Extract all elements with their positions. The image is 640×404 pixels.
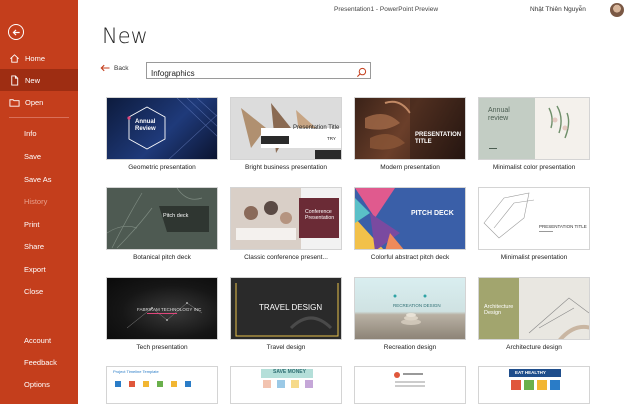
- template-thumbnail-text: Architecture Design: [484, 304, 514, 317]
- template-thumbnail-subtext: TRY: [327, 136, 336, 141]
- template-thumbnail: Presentation Title TRY: [230, 97, 342, 160]
- template-thumbnail-text: PITCH DECK: [411, 210, 454, 217]
- template-thumbnail-text: PRESENTATION TITLE: [539, 224, 587, 229]
- search-input[interactable]: [147, 66, 347, 81]
- template-caption: Colorful abstract pitch deck: [370, 254, 450, 261]
- sidebar-item-share[interactable]: Share: [0, 235, 78, 257]
- template-thumbnail: Pitch deck: [106, 187, 218, 250]
- template-thumbnail-text: Annual review: [488, 107, 510, 123]
- folder-icon: [9, 97, 20, 108]
- template-thumbnail: Conference Presentation: [230, 187, 342, 250]
- sidebar-item-label: Save: [24, 151, 42, 161]
- template-thumbnail: Annual review: [478, 97, 590, 160]
- template-thumbnail-text: TRAVEL DESIGN: [259, 303, 323, 312]
- template-thumbnail: Annual Review: [106, 97, 218, 160]
- template-caption: Geometric presentation: [128, 164, 196, 171]
- sidebar-item-label: History: [24, 196, 48, 206]
- page-title: New: [102, 24, 148, 48]
- template-caption: Architecture design: [506, 344, 562, 351]
- template-thumbnail: FABRIKAM TECHNOLOGY INC: [106, 277, 218, 340]
- sidebar-item-history: History: [0, 190, 78, 212]
- template-thumbnail: PRESENTATION TITLE: [354, 97, 466, 160]
- template-thumbnail-text: Annual Review: [135, 119, 156, 132]
- sidebar-item-close[interactable]: Close: [0, 280, 78, 302]
- template-caption: Tech presentation: [136, 344, 188, 351]
- sidebar-item-label: Close: [24, 286, 44, 296]
- template-thumbnail: TRAVEL DESIGN: [230, 277, 342, 340]
- sidebar-item-info[interactable]: Info: [0, 122, 78, 144]
- back-label: Back: [114, 64, 129, 72]
- template-thumbnail: RECREATION DESIGN: [354, 277, 466, 340]
- sidebar-item-label: Options: [24, 379, 50, 389]
- sidebar-item-label: Home: [25, 53, 46, 63]
- template-thumbnail: PITCH DECK: [354, 187, 466, 250]
- sidebar-item-label: Open: [25, 97, 44, 107]
- sidebar-item-account[interactable]: Account: [0, 329, 78, 351]
- template-thumbnail-text: Presentation Title: [293, 125, 340, 131]
- sidebar-item-save[interactable]: Save: [0, 145, 78, 167]
- avatar[interactable]: [610, 3, 624, 17]
- template-caption: Classic conference present...: [244, 254, 328, 261]
- template-thumbnail: EAT HEALTHY: [478, 366, 590, 404]
- sidebar-item-label: Save As: [24, 174, 52, 184]
- left-arrow-icon: [100, 64, 110, 72]
- document-title: Presentation1 - PowerPoint Preview: [334, 6, 439, 13]
- template-thumbnail-text: EAT HEALTHY: [515, 370, 546, 375]
- template-thumbnail-text: PRESENTATION TITLE: [415, 132, 462, 145]
- back-link[interactable]: Back: [100, 64, 128, 72]
- sidebar-item-label: New: [25, 75, 41, 85]
- sidebar-item-new[interactable]: New: [0, 69, 78, 91]
- template-thumbnail: Architecture Design: [478, 277, 590, 340]
- template-caption: Minimalist presentation: [500, 254, 568, 261]
- template-caption: Bright business presentation: [244, 164, 328, 171]
- template-thumbnail: [354, 366, 466, 404]
- template-thumbnail: PRESENTATION TITLE: [478, 187, 590, 250]
- search-box: [146, 62, 371, 81]
- template-thumbnail-text: Conference Presentation: [305, 209, 335, 221]
- template-thumbnail: Project Timeline Template: [106, 366, 218, 404]
- sidebar-item-label: Print: [24, 219, 40, 229]
- title-bar: Presentation1 - PowerPoint Preview Nhật …: [78, 0, 640, 20]
- template-thumbnail-text: Project Timeline Template: [113, 369, 159, 374]
- template-caption: Botanical pitch deck: [133, 254, 191, 261]
- sidebar-item-label: Feedback: [24, 357, 57, 367]
- template-thumbnail: SAVE MONEY: [230, 366, 342, 404]
- sidebar-divider: [9, 117, 69, 118]
- template-thumbnail-text: RECREATION DESIGN: [393, 303, 441, 308]
- back-arrow-icon[interactable]: [8, 24, 24, 40]
- sidebar-item-label: Account: [24, 335, 52, 345]
- sidebar-item-label: Export: [24, 264, 46, 274]
- sidebar-item-feedback[interactable]: Feedback: [0, 351, 78, 373]
- template-thumbnail-text: FABRIKAM TECHNOLOGY INC: [137, 307, 202, 312]
- template-caption: Travel design: [266, 344, 306, 351]
- home-icon: [9, 53, 20, 64]
- template-caption: Recreation design: [383, 344, 437, 351]
- template-thumbnail-text: Pitch deck: [163, 213, 189, 219]
- search-icon[interactable]: [356, 65, 367, 78]
- sidebar-item-label: Info: [24, 128, 37, 138]
- backstage-sidebar: Home New Open Info Save Save As History …: [0, 0, 78, 404]
- sidebar-item-export[interactable]: Export: [0, 258, 78, 280]
- sidebar-item-open[interactable]: Open: [0, 91, 78, 113]
- template-thumbnail-text: SAVE MONEY: [273, 369, 306, 375]
- template-caption: Minimalist color presentation: [492, 164, 576, 171]
- sidebar-item-home[interactable]: Home: [0, 47, 78, 69]
- sidebar-item-options[interactable]: Options: [0, 373, 78, 395]
- sidebar-item-print[interactable]: Print: [0, 213, 78, 235]
- new-document-icon: [9, 74, 20, 86]
- sidebar-item-label: Share: [24, 241, 45, 251]
- sidebar-item-save-as[interactable]: Save As: [0, 168, 78, 190]
- template-caption: Modern presentation: [380, 164, 440, 171]
- user-name[interactable]: Nhật Thiên Nguyễn: [530, 6, 586, 13]
